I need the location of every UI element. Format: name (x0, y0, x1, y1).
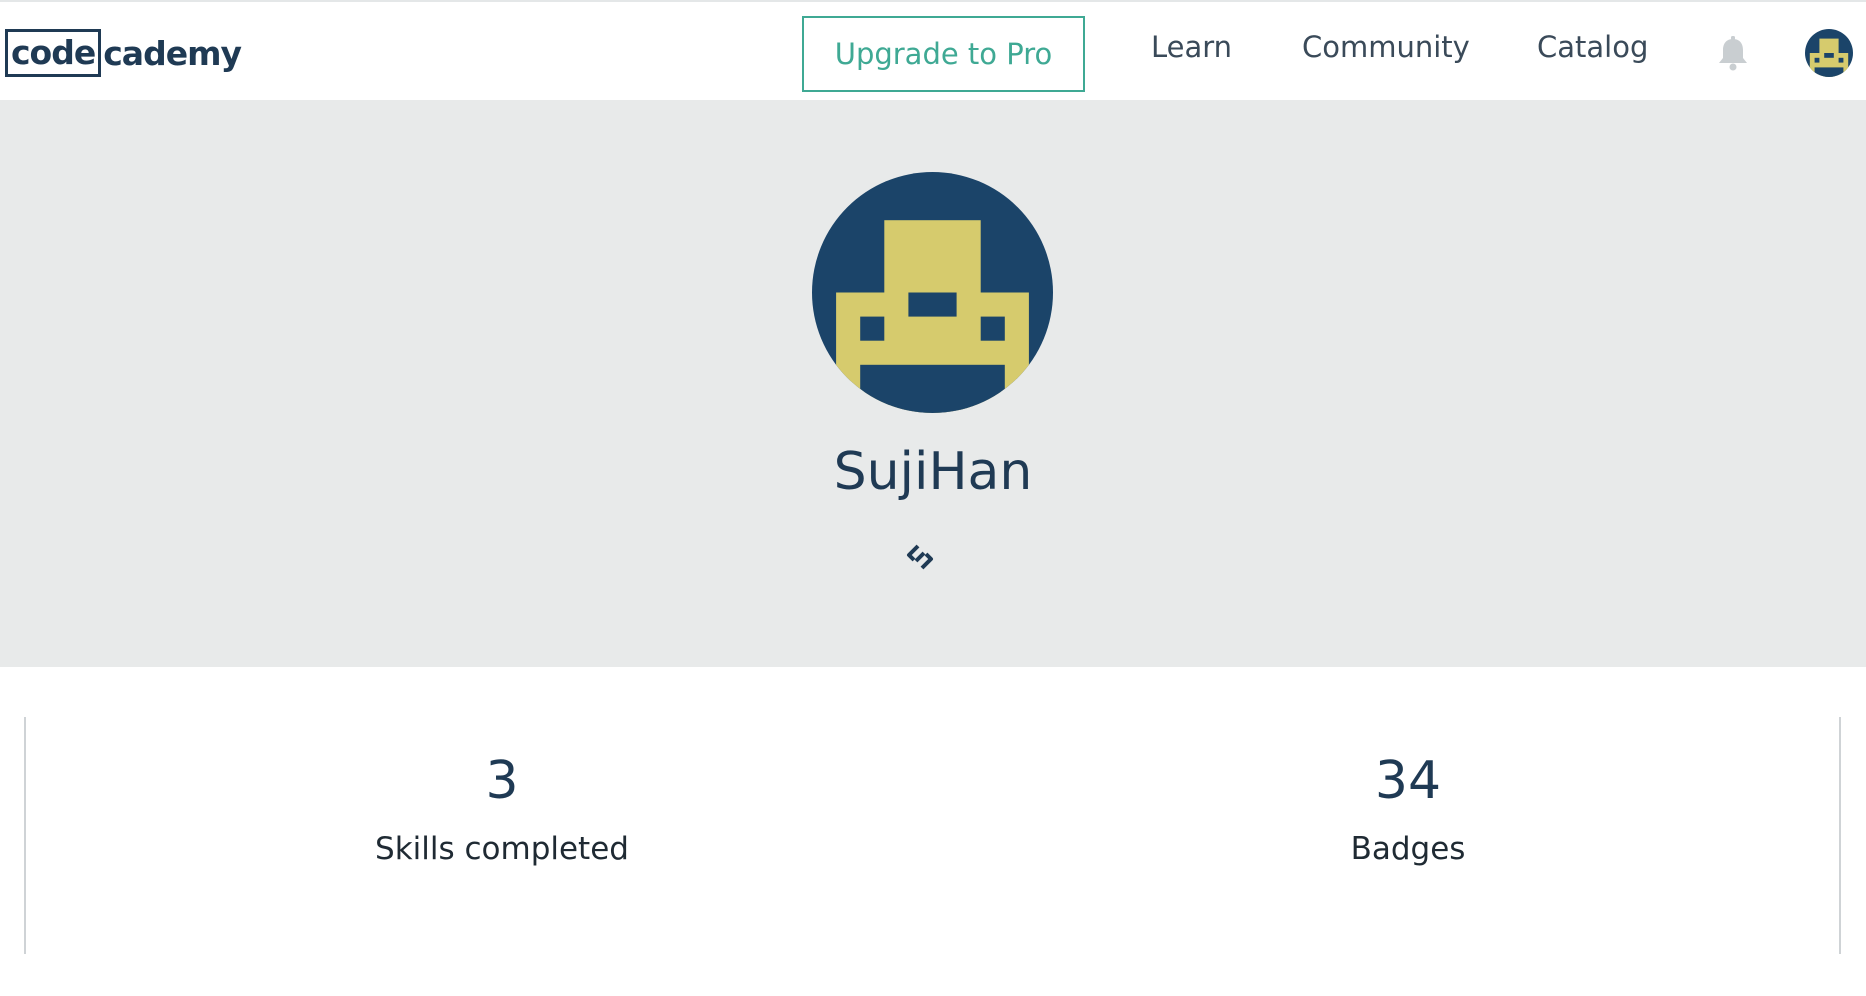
badges-stat: 34 Badges (1208, 717, 1608, 867)
codecademy-logo[interactable]: code cademy (5, 28, 242, 78)
avatar[interactable] (1805, 29, 1853, 77)
skills-completed-label: Skills completed (375, 831, 629, 867)
logo-rest-text: cademy (103, 33, 242, 73)
link-icon[interactable] (903, 540, 937, 574)
profile-avatar (812, 172, 1053, 413)
skills-completed-count: 3 (485, 751, 519, 811)
skills-completed-stat: 3 Skills completed (302, 717, 702, 867)
logo-box-text: code (5, 29, 102, 77)
nav-catalog-link[interactable]: Catalog (1537, 30, 1648, 64)
nav-learn-link[interactable]: Learn (1151, 30, 1232, 64)
nav-community-link[interactable]: Community (1302, 30, 1470, 64)
badges-count: 34 (1374, 751, 1442, 811)
badges-label: Badges (1350, 831, 1466, 867)
upgrade-to-pro-button[interactable]: Upgrade to Pro (802, 16, 1085, 92)
profile-header: SujiHan (0, 100, 1866, 667)
profile-username: SujiHan (833, 442, 1033, 502)
profile-stats: 3 Skills completed 34 Badges (24, 717, 1841, 954)
bell-icon[interactable] (1716, 36, 1750, 72)
top-navigation-bar: code cademy Upgrade to Pro Learn Communit… (0, 0, 1866, 100)
